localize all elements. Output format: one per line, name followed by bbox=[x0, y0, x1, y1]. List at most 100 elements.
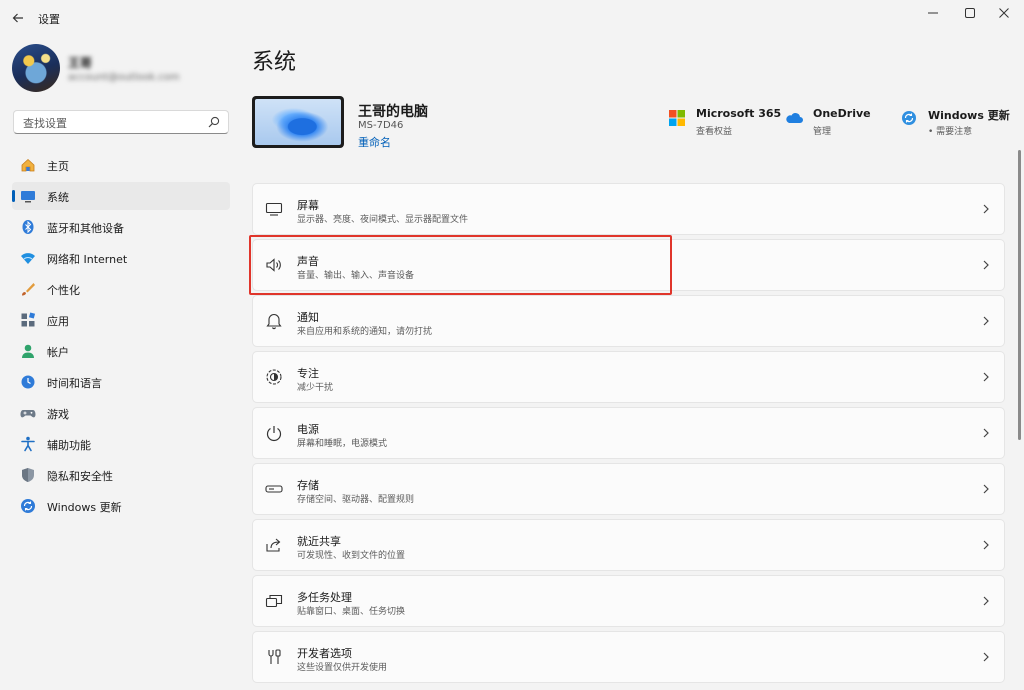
sidebar-item-label: 隐私和安全性 bbox=[47, 470, 113, 483]
accessibility-icon bbox=[20, 436, 36, 452]
search-input[interactable] bbox=[21, 114, 205, 132]
quick-link-subtitle: • 需要注意 bbox=[928, 127, 973, 137]
settings-card-nearby-sharing[interactable]: 就近共享 可发现性、收到文件的位置 bbox=[252, 519, 1005, 571]
settings-card-storage[interactable]: 存储 存储空间、驱动器、配置规则 bbox=[252, 463, 1005, 515]
quick-link-windows-update[interactable]: Windows 更新 • 需要注意 bbox=[900, 107, 1010, 137]
card-subtitle: 显示器、亮度、夜间模式、显示器配置文件 bbox=[297, 215, 469, 225]
system-icon bbox=[20, 188, 36, 204]
sidebar-item-label: 时间和语言 bbox=[47, 377, 102, 390]
settings-card-multitasking[interactable]: 多任务处理 贴靠窗口、桌面、任务切换 bbox=[252, 575, 1005, 627]
sidebar-item-privacy-security[interactable]: 隐私和安全性 bbox=[12, 461, 230, 489]
sidebar-item-label: 蓝牙和其他设备 bbox=[47, 222, 124, 235]
sidebar-item-label: 系统 bbox=[47, 191, 69, 204]
chevron-right-icon bbox=[983, 372, 989, 382]
card-subtitle: 音量、输出、输入、声音设备 bbox=[297, 271, 415, 281]
settings-card-developer[interactable]: 开发者选项 这些设置仅供开发使用 bbox=[252, 631, 1005, 683]
quick-link-title: Microsoft 365 bbox=[696, 107, 782, 120]
bluetooth-icon bbox=[20, 219, 36, 235]
card-title: 声音 bbox=[297, 255, 319, 268]
settings-card-focus[interactable]: 专注 减少干扰 bbox=[252, 351, 1005, 403]
card-title: 电源 bbox=[297, 423, 319, 436]
card-title: 专注 bbox=[297, 367, 319, 380]
scrollbar[interactable] bbox=[1018, 150, 1021, 440]
card-subtitle: 屏幕和睡眠，电源模式 bbox=[297, 439, 388, 449]
sidebar-item-label: 个性化 bbox=[47, 284, 80, 297]
brush-icon bbox=[20, 281, 36, 297]
settings-card-display[interactable]: 屏幕 显示器、亮度、夜间模式、显示器配置文件 bbox=[252, 183, 1005, 235]
bell-icon bbox=[265, 312, 283, 330]
apps-icon bbox=[20, 312, 36, 328]
sidebar-item-label: 游戏 bbox=[47, 408, 69, 421]
wallpaper-preview bbox=[255, 99, 341, 145]
sidebar-item-label: Windows 更新 bbox=[47, 501, 122, 514]
quick-link-subtitle: 管理 bbox=[813, 127, 832, 137]
cloud-icon bbox=[785, 109, 803, 127]
globe-clock-icon bbox=[20, 374, 36, 390]
speaker-icon bbox=[265, 256, 283, 274]
quick-link-subtitle: 查看权益 bbox=[696, 127, 733, 137]
close-icon bbox=[999, 8, 1009, 18]
person-icon bbox=[20, 343, 36, 359]
chevron-right-icon bbox=[983, 428, 989, 438]
avatar bbox=[12, 44, 60, 92]
sidebar-item-windows-update[interactable]: Windows 更新 bbox=[12, 492, 230, 520]
sidebar-item-label: 网络和 Internet bbox=[47, 253, 128, 266]
search-icon[interactable] bbox=[208, 116, 220, 128]
card-subtitle: 存储空间、驱动器、配置规则 bbox=[297, 495, 415, 505]
title-bar: 设置 bbox=[0, 0, 1024, 36]
sidebar-item-system[interactable]: 系统 bbox=[12, 182, 230, 210]
card-title: 屏幕 bbox=[297, 199, 319, 212]
focus-icon bbox=[265, 368, 283, 386]
settings-card-sound[interactable]: 声音 音量、输出、输入、声音设备 bbox=[252, 239, 1005, 291]
sidebar-item-time-language[interactable]: 时间和语言 bbox=[12, 368, 230, 396]
microsoft-logo-icon bbox=[668, 109, 686, 127]
gamepad-icon bbox=[20, 405, 36, 421]
sidebar-item-bluetooth[interactable]: 蓝牙和其他设备 bbox=[12, 213, 230, 241]
chevron-right-icon bbox=[983, 652, 989, 662]
user-profile[interactable]: 王哥 account@outlook.com bbox=[12, 44, 232, 92]
sidebar-item-network[interactable]: 网络和 Internet bbox=[12, 244, 230, 272]
sidebar-item-apps[interactable]: 应用 bbox=[12, 306, 230, 334]
card-subtitle: 来自应用和系统的通知，请勿打扰 bbox=[297, 327, 433, 337]
wifi-icon bbox=[20, 250, 36, 266]
card-subtitle: 可发现性、收到文件的位置 bbox=[297, 551, 406, 561]
user-name: 王哥 bbox=[68, 56, 93, 70]
shield-icon bbox=[20, 467, 36, 483]
settings-card-power[interactable]: 电源 屏幕和睡眠，电源模式 bbox=[252, 407, 1005, 459]
sidebar-item-accessibility[interactable]: 辅助功能 bbox=[12, 430, 230, 458]
page-title: 系统 bbox=[252, 50, 297, 75]
chevron-right-icon bbox=[983, 316, 989, 326]
chevron-right-icon bbox=[983, 540, 989, 550]
back-button[interactable] bbox=[8, 8, 28, 28]
device-model: MS-7D46 bbox=[358, 120, 404, 131]
card-title: 多任务处理 bbox=[297, 591, 352, 604]
developer-tools-icon bbox=[265, 648, 283, 666]
quick-link-microsoft365[interactable]: Microsoft 365 查看权益 bbox=[668, 107, 782, 137]
rename-link[interactable]: 重命名 bbox=[358, 134, 391, 150]
storage-icon bbox=[265, 480, 283, 498]
search-box[interactable] bbox=[13, 110, 229, 134]
sidebar-item-label: 辅助功能 bbox=[47, 439, 91, 452]
settings-card-notifications[interactable]: 通知 来自应用和系统的通知，请勿打扰 bbox=[252, 295, 1005, 347]
app-title: 设置 bbox=[38, 13, 60, 26]
card-subtitle: 减少干扰 bbox=[297, 383, 334, 393]
sidebar-item-gaming[interactable]: 游戏 bbox=[12, 399, 230, 427]
quick-link-title: Windows 更新 bbox=[928, 109, 1010, 122]
card-title: 通知 bbox=[297, 311, 319, 324]
device-thumbnail bbox=[252, 96, 344, 148]
home-icon bbox=[20, 157, 36, 173]
sidebar-item-home[interactable]: 主页 bbox=[12, 151, 230, 179]
quick-link-onedrive[interactable]: OneDrive 管理 bbox=[785, 107, 885, 137]
chevron-right-icon bbox=[983, 596, 989, 606]
card-subtitle: 贴靠窗口、桌面、任务切换 bbox=[297, 607, 406, 617]
sidebar-item-personalization[interactable]: 个性化 bbox=[12, 275, 230, 303]
chevron-right-icon bbox=[983, 484, 989, 494]
chevron-right-icon bbox=[983, 260, 989, 270]
minimize-icon bbox=[928, 12, 938, 14]
user-email: account@outlook.com bbox=[68, 72, 180, 83]
close-button[interactable] bbox=[981, 0, 1024, 26]
card-title: 存储 bbox=[297, 479, 319, 492]
back-arrow-icon bbox=[12, 13, 23, 23]
sidebar-item-accounts[interactable]: 帐户 bbox=[12, 337, 230, 365]
chevron-right-icon bbox=[983, 204, 989, 214]
